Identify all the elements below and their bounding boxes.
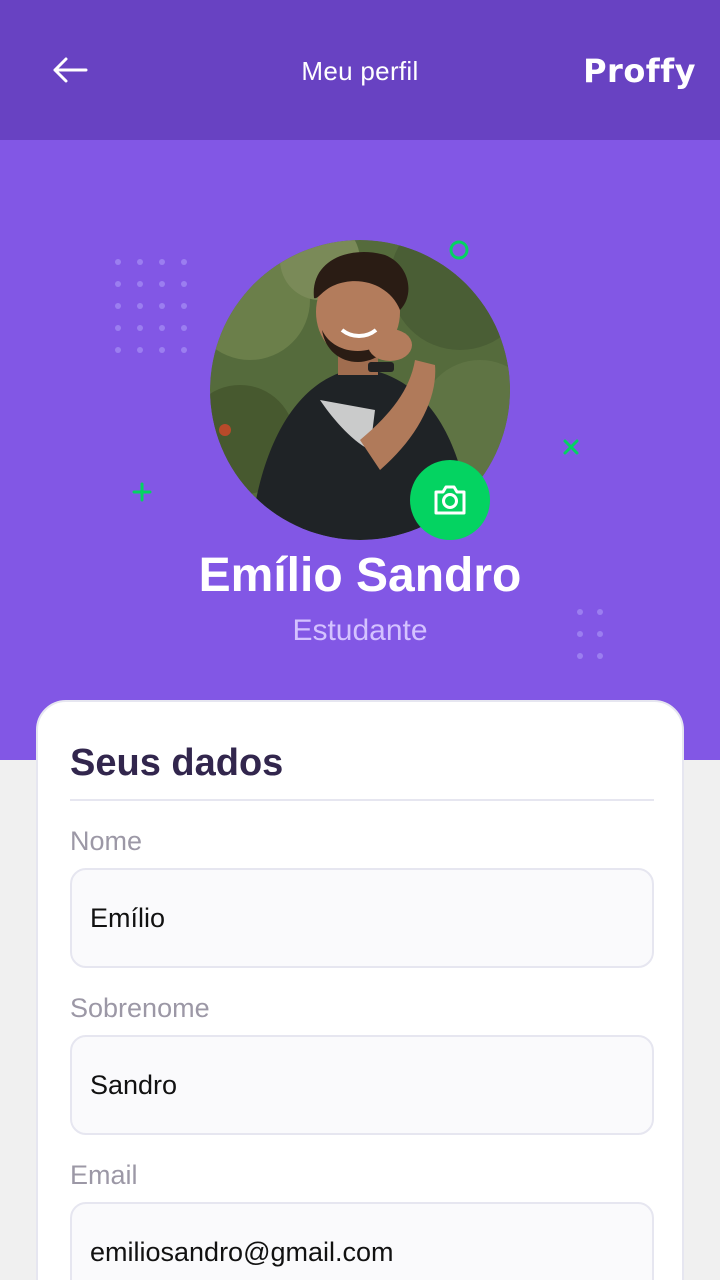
profile-role: Estudante [292,614,428,647]
change-photo-button[interactable] [410,460,490,540]
dots-decoration [115,259,187,353]
brand-logo: Proffy [583,52,696,90]
x-decoration [563,439,579,455]
camera-icon [434,485,466,515]
top-bar: Meu perfil Proffy [0,0,720,140]
profile-hero: Emílio Sandro Estudante [0,140,720,760]
email-label: Email [70,1160,138,1190]
first-name-label: Nome [70,826,143,856]
email-input[interactable] [70,1202,654,1280]
last-name-label: Sobrenome [70,993,210,1023]
card-title: Seus dados [70,742,284,784]
avatar-container [210,240,510,540]
profile-name: Emílio Sandro [198,549,522,602]
last-name-input[interactable] [70,1035,654,1135]
first-name-input[interactable] [70,868,654,968]
divider [70,799,654,801]
plus-decoration [132,482,152,502]
profile-screen: Meu perfil Proffy Emílio Sandro Estudant… [0,0,720,1280]
personal-data-card: Seus dados Nome Sobrenome Email [36,700,684,1280]
